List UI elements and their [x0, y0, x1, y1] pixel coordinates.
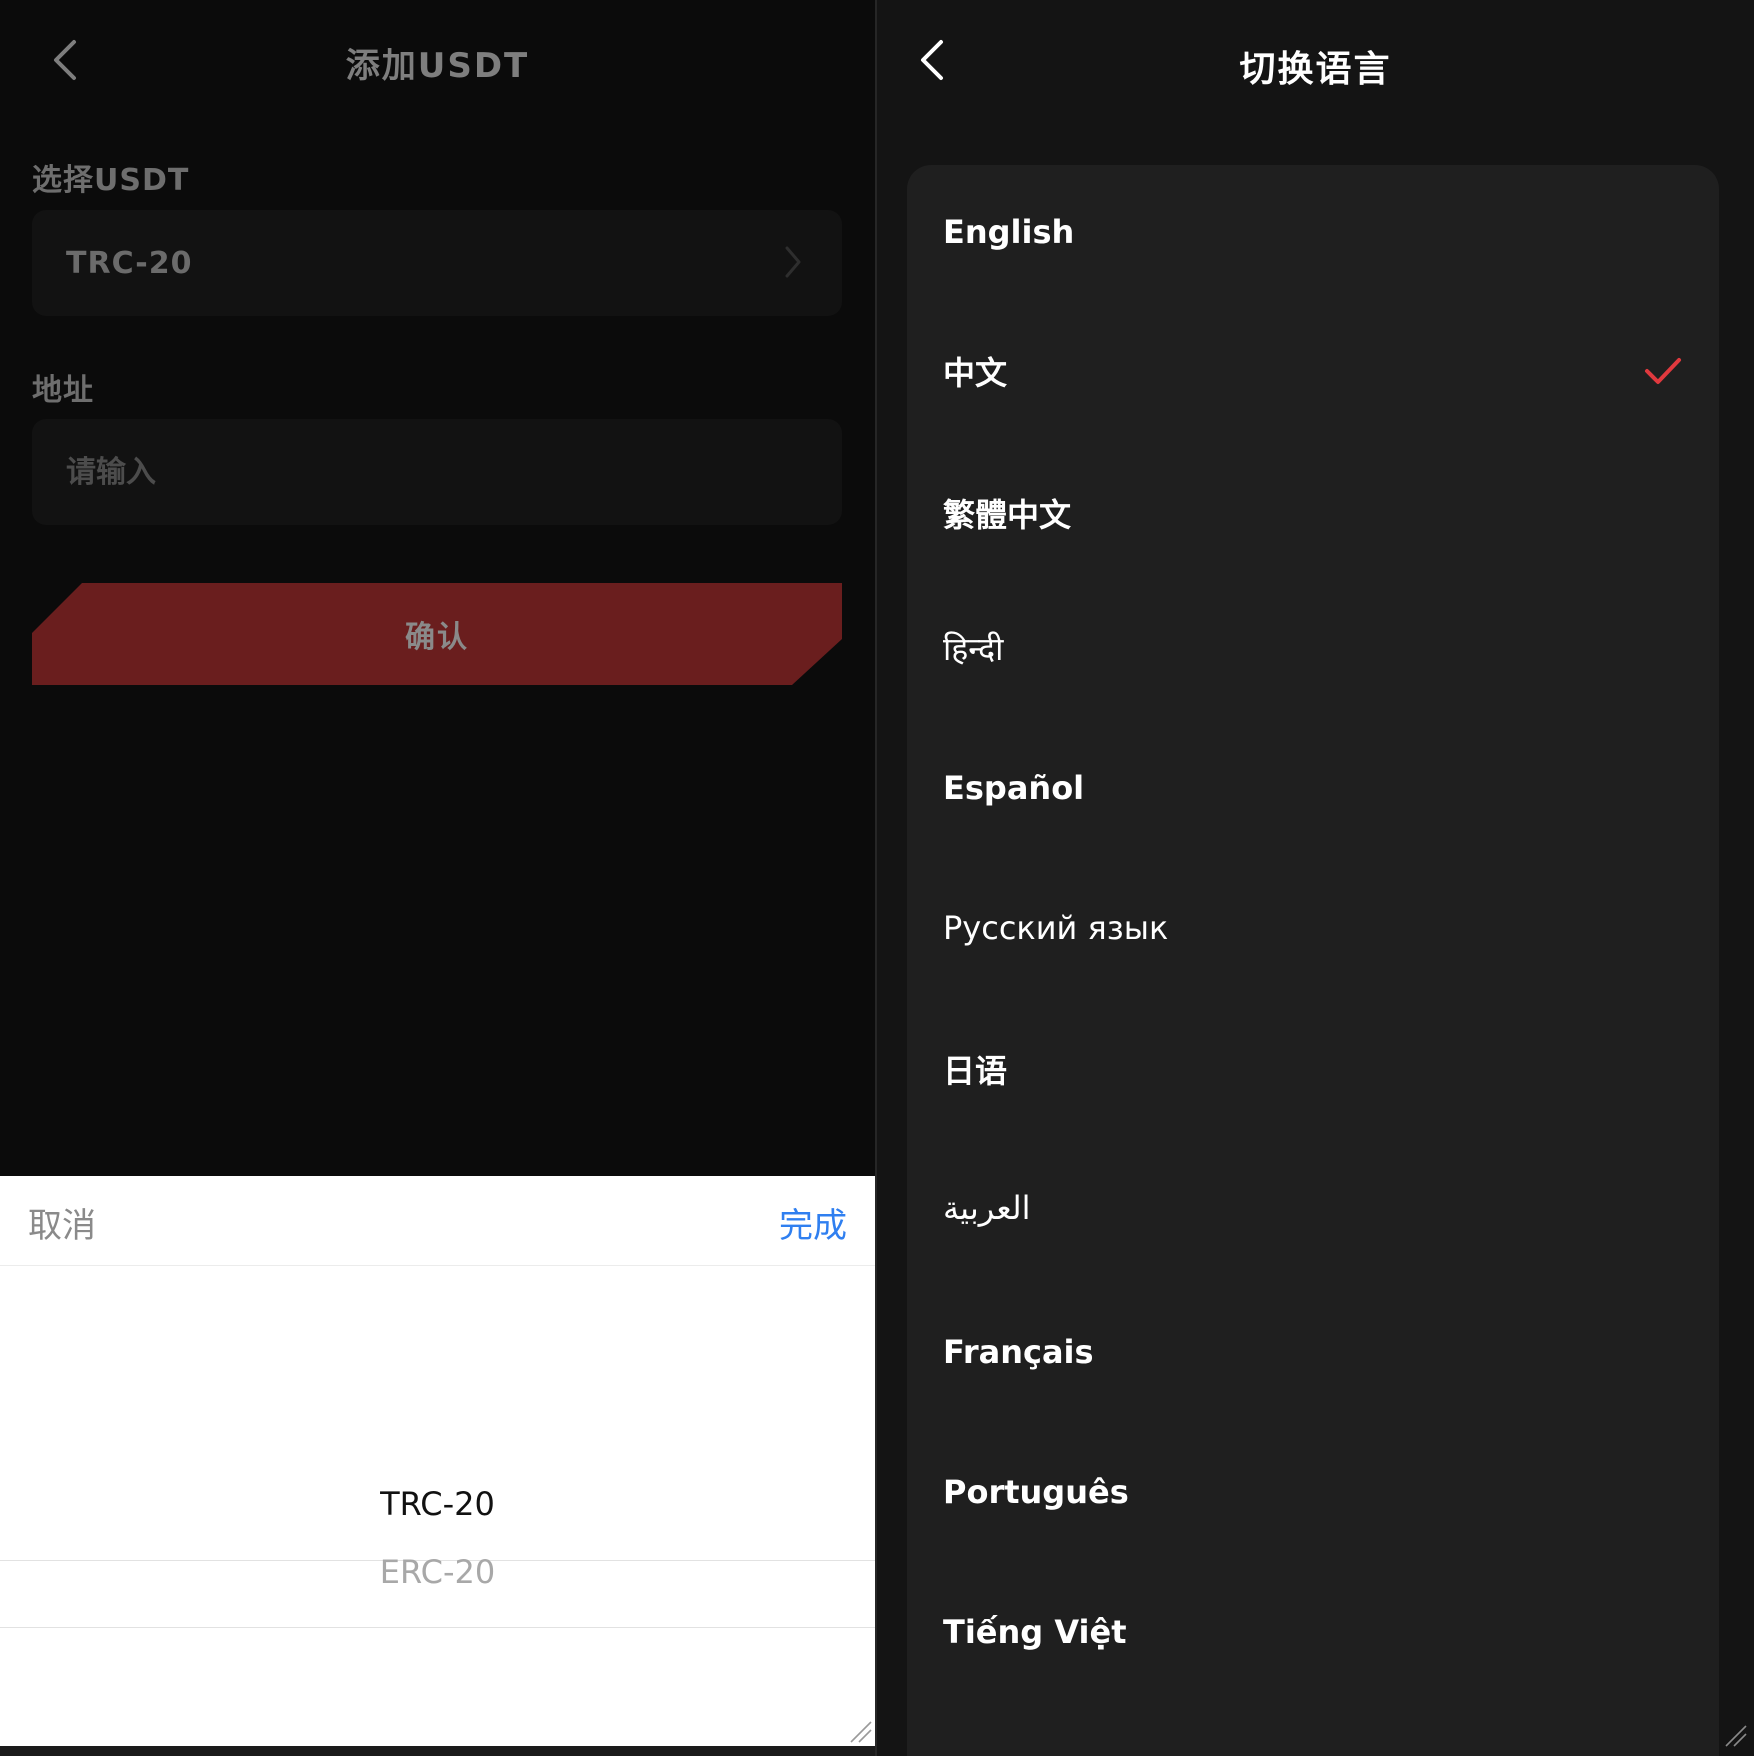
add-usdt-screen: 添加USDT 选择USDT TRC-20 地址 确认 取消 完成 TRC-20 … [0, 0, 875, 1756]
add-usdt-header: 添加USDT [0, 0, 875, 124]
language-label: 日语 [943, 1052, 1008, 1090]
screenshot-canvas: 添加USDT 选择USDT TRC-20 地址 确认 取消 完成 TRC-20 … [0, 0, 1754, 1756]
select-usdt-label: 选择USDT [32, 163, 190, 198]
language-label: Português [943, 1473, 1129, 1511]
chevron-right-icon [785, 246, 801, 278]
language-item-spanish[interactable]: Español [907, 738, 1719, 838]
usdt-network-select[interactable]: TRC-20 [32, 210, 842, 316]
network-picker-sheet: 取消 完成 [0, 1176, 875, 1746]
address-label: 地址 [32, 373, 94, 408]
picker-done-button[interactable]: 完成 [779, 1198, 847, 1247]
window-bottom-edge [0, 1746, 875, 1756]
picker-option-erc20[interactable]: ERC-20 [0, 1538, 875, 1606]
confirm-button[interactable]: 确认 [32, 583, 842, 685]
language-item-chinese[interactable]: 中文 [907, 321, 1719, 421]
language-label: Tiếng Việt [943, 1613, 1127, 1651]
language-label: Русский язык [943, 909, 1169, 947]
language-item-english[interactable]: English [907, 182, 1719, 282]
address-input[interactable] [66, 454, 806, 490]
address-field [32, 419, 842, 525]
picker-option-trc20[interactable]: TRC-20 [0, 1470, 875, 1538]
picker-toolbar: 取消 完成 [0, 1176, 875, 1266]
language-item-vietnamese[interactable]: Tiếng Việt [907, 1582, 1719, 1682]
language-title: 切换语言 [1239, 49, 1392, 90]
resize-grip-icon[interactable] [847, 1718, 873, 1744]
language-label: हिन्दी [943, 629, 1004, 668]
language-item-traditional-chinese[interactable]: 繁體中文 [907, 463, 1719, 563]
language-label: العربية [943, 1189, 1031, 1227]
resize-grip-icon[interactable] [1722, 1722, 1748, 1748]
checkmark-icon [1645, 358, 1681, 384]
language-item-japanese[interactable]: 日语 [907, 1019, 1719, 1119]
usdt-network-value: TRC-20 [66, 245, 193, 281]
switch-language-screen: 切换语言 English 中文 繁體中文 हिन्दी Español Русс [877, 0, 1754, 1756]
language-item-french[interactable]: Français [907, 1302, 1719, 1402]
language-item-portuguese[interactable]: Português [907, 1442, 1719, 1542]
add-usdt-title: 添加USDT [345, 46, 530, 86]
language-list: English 中文 繁體中文 हिन्दी Español Русский я… [907, 165, 1719, 1756]
picker-cancel-button[interactable]: 取消 [28, 1198, 96, 1247]
language-item-russian[interactable]: Русский язык [907, 878, 1719, 978]
language-item-arabic[interactable]: العربية [907, 1158, 1719, 1258]
language-label: 中文 [943, 354, 1008, 392]
language-label: Français [943, 1333, 1094, 1371]
language-label: 繁體中文 [943, 496, 1072, 534]
language-label: Español [943, 769, 1085, 807]
language-item-hindi[interactable]: हिन्दी [907, 598, 1719, 698]
language-label: English [943, 213, 1075, 251]
